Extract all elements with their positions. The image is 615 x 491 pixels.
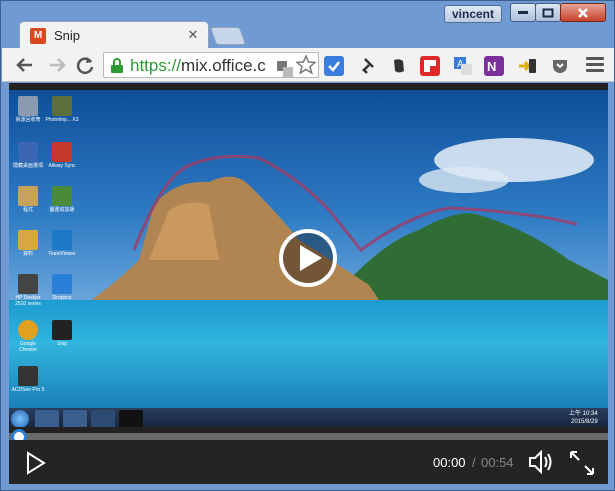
office-mix-favicon-icon: M: [30, 28, 46, 44]
evernote-extension-icon[interactable]: [389, 56, 409, 76]
time-separator: /: [472, 455, 476, 470]
start-button-icon[interactable]: [11, 410, 29, 427]
translate-extension-icon[interactable]: A: [453, 56, 473, 76]
desktop-icon[interactable]: Allway Sync: [45, 142, 79, 169]
checkmark-extension-icon[interactable]: [324, 56, 344, 76]
profile-button[interactable]: vincent: [444, 5, 502, 23]
back-button[interactable]: [14, 54, 36, 76]
sea-background: [9, 300, 608, 410]
tray-clock: 上午 10:34 2015/8/29: [569, 410, 598, 426]
video-play-button[interactable]: [279, 229, 337, 287]
url-host: mix.office.c: [181, 56, 266, 75]
url-scheme: https://: [130, 56, 182, 75]
explorer-taskbar-icon[interactable]: [63, 410, 87, 427]
stamp-extension-icon[interactable]: [359, 56, 379, 76]
snip-taskbar-icon[interactable]: [119, 410, 143, 427]
pocket-extension-icon[interactable]: [550, 56, 570, 76]
page-content: 資源回收筒 PhotoImp... X3 隱藏桌面選項 Allway Sync …: [9, 83, 608, 484]
minimize-button[interactable]: [510, 3, 536, 22]
tray-date: 2015/8/29: [570, 419, 598, 425]
translate-icon[interactable]: [276, 60, 294, 78]
fullscreen-icon[interactable]: [569, 450, 595, 476]
arrow-right-icon: [50, 58, 66, 72]
desktop-icon[interactable]: 資源回收筒: [11, 96, 45, 123]
forward-button[interactable]: [46, 54, 68, 76]
desktop-icon[interactable]: Snip: [45, 320, 79, 347]
menu-icon[interactable]: [586, 57, 604, 73]
title-bar: vincent: [1, 1, 614, 23]
url-text: https://mix.office.c: [130, 56, 266, 76]
desktop-icon[interactable]: 程式: [11, 186, 45, 213]
lock-icon: [111, 58, 123, 73]
tray-time: 上午 10:34: [569, 411, 598, 417]
seek-bar[interactable]: [9, 433, 608, 440]
desktop-icon[interactable]: 隱藏桌面選項: [11, 142, 45, 169]
tab-title: Snip: [54, 28, 81, 43]
arrow-left-icon: [16, 58, 32, 72]
bookmark-star-icon[interactable]: [296, 55, 316, 75]
play-icon: [300, 245, 322, 271]
desktop-icon[interactable]: Google Chrome: [11, 320, 45, 353]
duration: 00:54: [481, 455, 514, 470]
volume-icon[interactable]: [528, 449, 554, 475]
player-controls: 00:00 / 00:54: [9, 440, 608, 484]
desktop-icon[interactable]: TeamViewer: [45, 230, 79, 257]
desktop-icon[interactable]: 資料: [11, 230, 45, 257]
close-window-button[interactable]: [560, 3, 606, 22]
onenote-extension-icon[interactable]: N: [484, 56, 504, 76]
browser-window: vincent M Snip ✕ https://mix.office.c A …: [0, 0, 615, 491]
reload-icon: [76, 57, 94, 74]
tab-close-icon[interactable]: ✕: [186, 28, 200, 42]
video-frame[interactable]: 資源回收筒 PhotoImp... X3 隱藏桌面選項 Allway Sync …: [9, 90, 608, 427]
close-icon: [578, 7, 588, 18]
current-time: 00:00: [433, 455, 466, 470]
browser-tab[interactable]: M Snip ✕: [19, 21, 209, 49]
desktop-icon[interactable]: PhotoImp... X3: [45, 96, 79, 123]
browser-toolbar: https://mix.office.c A N: [2, 48, 614, 82]
maximize-button[interactable]: [535, 3, 561, 22]
flipboard-extension-icon[interactable]: [420, 56, 440, 76]
ie-taskbar-icon[interactable]: [91, 410, 115, 427]
desktop-icon[interactable]: 圖書追加版: [45, 186, 79, 213]
send-to-phone-extension-icon[interactable]: [517, 56, 537, 76]
desktop-icon[interactable]: Dropbox: [45, 274, 79, 301]
windows-taskbar: 上午 10:34 2015/8/29: [9, 408, 608, 427]
desktop-icon[interactable]: HP Deskjet 2510 series: [11, 274, 45, 307]
play-icon[interactable]: [25, 451, 47, 475]
new-tab-button[interactable]: [209, 27, 247, 45]
svg-text:N: N: [487, 59, 496, 74]
maximize-icon: [542, 8, 554, 17]
chrome-taskbar-icon[interactable]: [35, 410, 59, 427]
desktop-icon[interactable]: ACDSee Pro 5: [11, 366, 45, 393]
minimize-icon: [518, 10, 528, 14]
reload-button[interactable]: [74, 54, 96, 76]
